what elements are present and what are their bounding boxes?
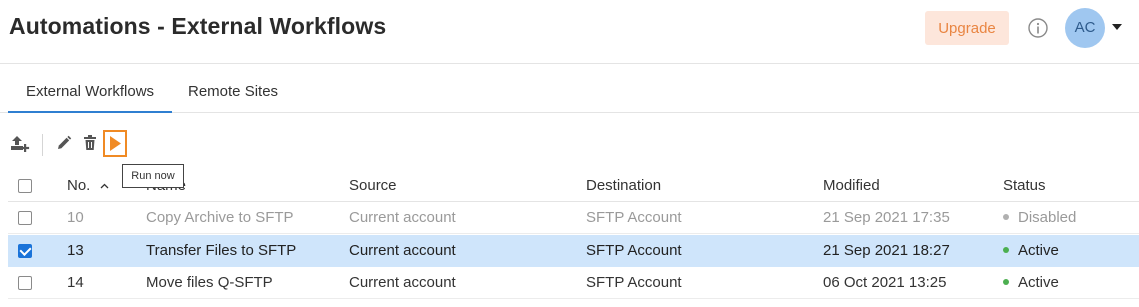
column-header-no[interactable]: No.	[67, 170, 109, 202]
workflow-source: Current account	[349, 242, 456, 259]
status-badge: Active	[1003, 267, 1059, 299]
column-header-modified[interactable]: Modified	[823, 170, 880, 202]
run-icon	[110, 136, 121, 151]
tab-external-workflows[interactable]: External Workflows	[8, 64, 172, 113]
workflow-modified: 06 Oct 2021 13:25	[823, 274, 947, 291]
info-icon[interactable]	[1027, 17, 1049, 39]
status-dot-icon	[1003, 247, 1009, 254]
table-row[interactable]: 13 Transfer Files to SFTP Current accoun…	[8, 235, 1139, 267]
row-checkbox[interactable]	[18, 276, 32, 290]
workflow-destination: SFTP Account	[586, 209, 682, 226]
workflow-modified: 21 Sep 2021 18:27	[823, 242, 950, 259]
row-number: 14	[67, 274, 84, 291]
column-header-destination[interactable]: Destination	[586, 170, 661, 202]
row-number: 13	[67, 242, 84, 259]
page-title: Automations - External Workflows	[9, 13, 387, 39]
tab-bar: External Workflows Remote Sites	[0, 64, 1139, 113]
sort-ascending-icon	[100, 183, 108, 189]
avatar[interactable]: AC	[1065, 8, 1105, 48]
page-header: Automations - External Workflows Upgrade…	[0, 0, 1139, 64]
column-header-label: No.	[67, 177, 91, 194]
status-label: Disabled	[1018, 209, 1077, 226]
column-header-status[interactable]: Status	[1003, 170, 1046, 202]
edit-icon[interactable]	[56, 135, 72, 151]
row-number: 10	[67, 209, 84, 226]
table-row[interactable]: 10 Copy Archive to SFTP Current account …	[8, 202, 1139, 234]
upload-add-icon[interactable]	[10, 135, 32, 153]
row-checkbox[interactable]	[18, 211, 32, 225]
status-label: Active	[1018, 274, 1059, 291]
run-now-tooltip: Run now	[122, 164, 184, 188]
column-header-source[interactable]: Source	[349, 170, 397, 202]
workflow-modified: 21 Sep 2021 17:35	[823, 209, 950, 226]
workflow-name: Copy Archive to SFTP	[146, 209, 294, 226]
status-badge: Disabled	[1003, 202, 1076, 234]
status-badge: Active	[1003, 235, 1059, 267]
workflow-name: Move files Q-SFTP	[146, 274, 273, 291]
select-all-checkbox[interactable]	[18, 179, 32, 193]
delete-icon[interactable]	[83, 135, 97, 151]
status-dot-icon	[1003, 214, 1009, 221]
status-dot-icon	[1003, 279, 1009, 286]
caret-down-icon[interactable]	[1112, 23, 1122, 31]
workflow-source: Current account	[349, 209, 456, 226]
run-now-button[interactable]	[103, 130, 127, 157]
status-label: Active	[1018, 242, 1059, 259]
workflow-destination: SFTP Account	[586, 274, 682, 291]
table-row[interactable]: 14 Move files Q-SFTP Current account SFT…	[8, 267, 1139, 299]
tab-remote-sites[interactable]: Remote Sites	[188, 64, 278, 113]
row-checkbox[interactable]	[18, 244, 32, 258]
workflow-destination: SFTP Account	[586, 242, 682, 259]
upgrade-button[interactable]: Upgrade	[925, 11, 1009, 45]
toolbar-divider	[42, 134, 43, 156]
workflow-name: Transfer Files to SFTP	[146, 242, 297, 259]
workflow-source: Current account	[349, 274, 456, 291]
